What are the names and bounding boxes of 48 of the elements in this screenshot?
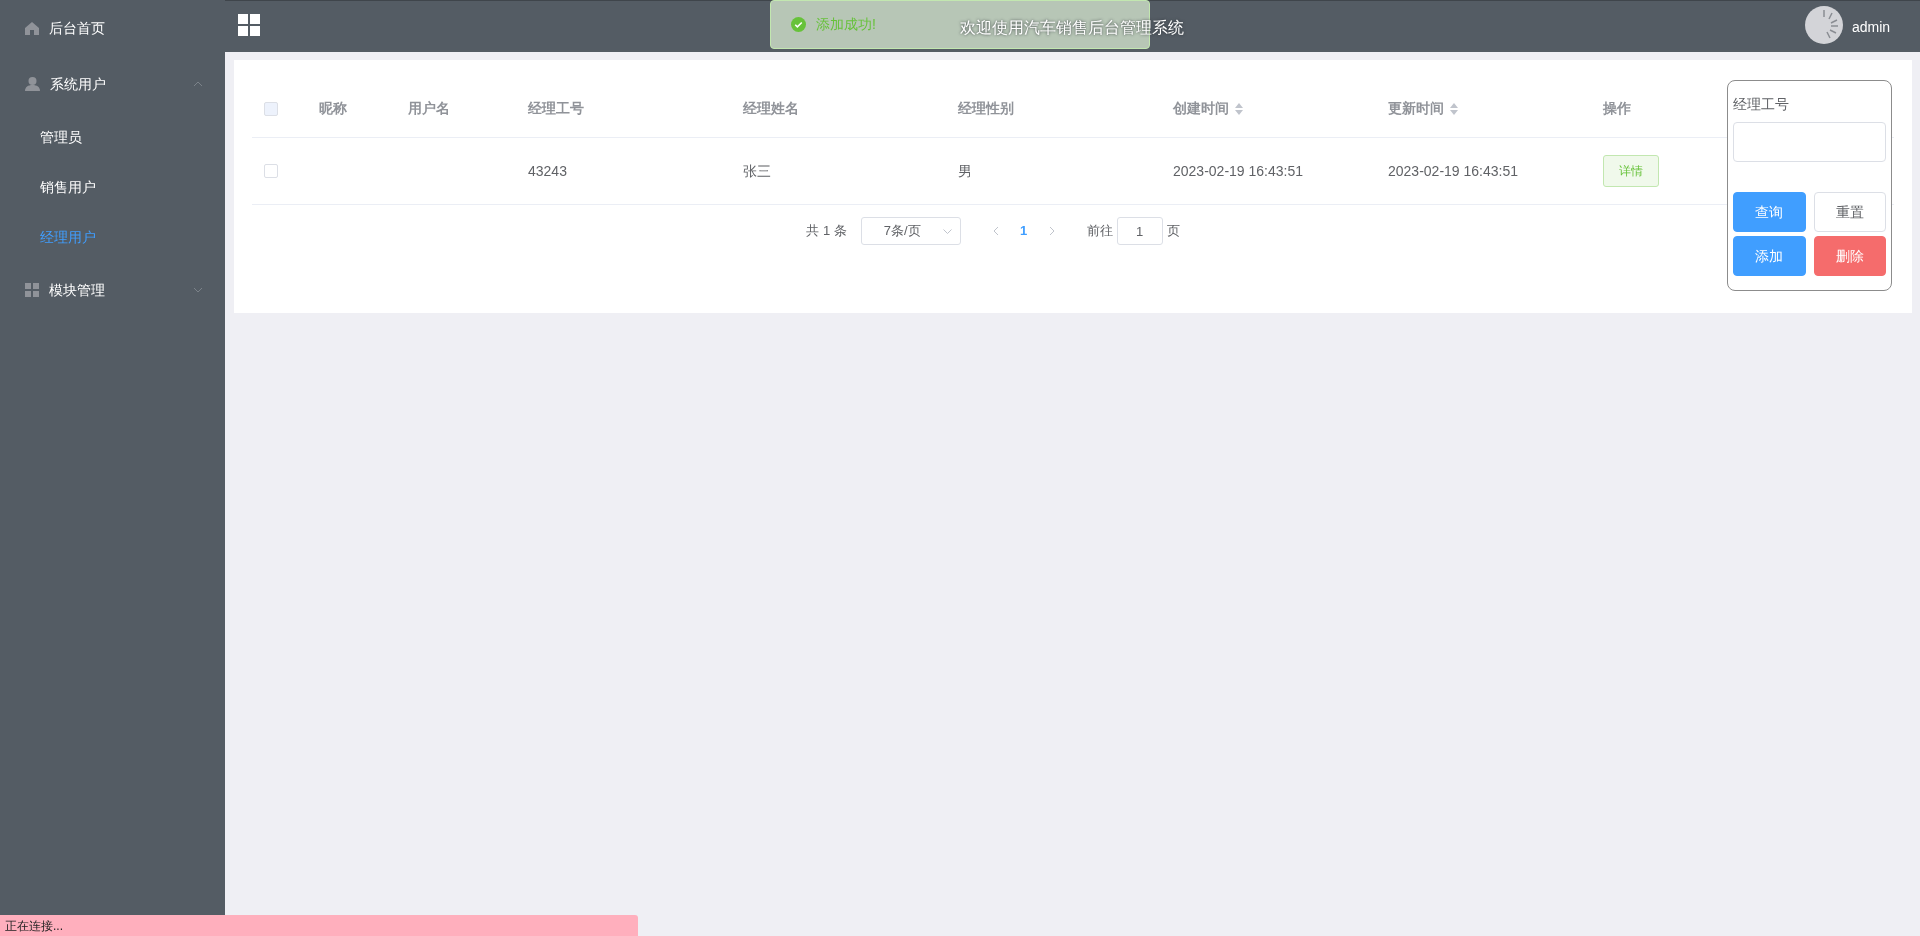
menu-item[interactable]: 管理员 xyxy=(0,112,225,162)
page-number[interactable]: 1 xyxy=(1008,221,1039,241)
column-header[interactable]: 昵称 xyxy=(319,98,347,119)
goto-suffix: 页 xyxy=(1166,222,1180,241)
table-cell: 男 xyxy=(958,163,972,179)
table-cell: 43243 xyxy=(528,163,567,179)
table-cell: 2023-02-19 16:43:51 xyxy=(1173,163,1303,179)
home-icon xyxy=(25,21,39,35)
status-text: 正在连接... xyxy=(5,917,63,935)
checkbox[interactable] xyxy=(264,164,278,178)
checkbox[interactable] xyxy=(264,101,278,116)
grid-icon xyxy=(25,283,39,297)
goto-label: 前往 xyxy=(1086,222,1113,241)
column-header[interactable]: 经理姓名 xyxy=(743,98,799,119)
user-name: admin xyxy=(1852,18,1891,37)
search-field[interactable] xyxy=(1733,122,1886,162)
menu-item[interactable]: 经理用户 xyxy=(0,212,225,262)
next-icon[interactable] xyxy=(1048,226,1055,236)
check-circle-icon xyxy=(791,17,806,32)
menu-item[interactable]: 销售用户 xyxy=(0,162,225,212)
column-header[interactable]: 经理性别 xyxy=(958,98,1014,119)
total-count: 共 1 条 xyxy=(806,222,847,241)
page-size-select[interactable]: 7条/页 xyxy=(860,217,961,245)
action-button[interactable]: 添加 xyxy=(1733,236,1806,276)
action-button[interactable]: 查询 xyxy=(1733,192,1806,232)
column-header[interactable]: 操作 xyxy=(1603,98,1631,119)
column-header[interactable]: 用户名 xyxy=(408,98,450,119)
action-button[interactable]: 删除 xyxy=(1813,236,1886,276)
column-header[interactable]: 创建时间 xyxy=(1173,98,1229,119)
menu-item[interactable]: 后台首页 xyxy=(0,0,225,56)
toast-message: 添加成功! xyxy=(816,15,876,34)
menu-icon[interactable] xyxy=(238,14,260,36)
menu-item[interactable]: 模块管理 xyxy=(0,262,225,318)
caret-icon xyxy=(942,228,952,234)
sort-icon[interactable] xyxy=(1235,102,1243,115)
table-cell: 2023-02-19 16:43:51 xyxy=(1388,163,1518,179)
previous-icon[interactable] xyxy=(992,226,999,236)
details-button[interactable]: 详情 xyxy=(1603,155,1659,187)
field-label: 经理工号 xyxy=(1733,95,1790,112)
table-cell: 张三 xyxy=(743,163,771,179)
menu-item[interactable]: 系统用户 xyxy=(0,56,225,112)
action-button[interactable]: 重置 xyxy=(1813,192,1886,232)
avatar-icon[interactable] xyxy=(1805,6,1843,44)
page-input[interactable]: 1 xyxy=(1116,217,1163,245)
column-header[interactable]: 更新时间 xyxy=(1388,98,1444,119)
sort-icon[interactable] xyxy=(1450,102,1458,115)
user-icon xyxy=(25,77,40,91)
column-header[interactable]: 经理工号 xyxy=(528,98,584,119)
